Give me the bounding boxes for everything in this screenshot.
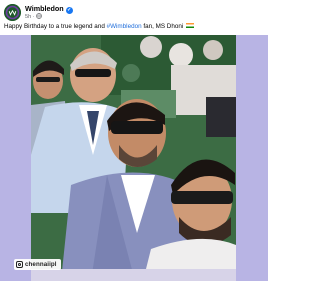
wimbledon-avatar[interactable] xyxy=(4,4,21,21)
instagram-icon xyxy=(16,261,23,268)
verified-badge-icon: ✓ xyxy=(65,7,73,14)
instagram-handle: chennaiipl xyxy=(25,261,57,268)
hashtag-link[interactable]: #Wimbledon xyxy=(107,23,142,30)
instagram-credit-badge: chennaiipl xyxy=(14,259,61,270)
post-meta: 5h · xyxy=(25,13,43,21)
globe-icon xyxy=(36,13,43,19)
india-flag-icon xyxy=(185,23,194,29)
post-caption: Happy Birthday to a true legend and #Wim… xyxy=(4,23,266,31)
crowd-selfie-photo xyxy=(31,35,236,281)
separator-dot: · xyxy=(32,14,35,21)
post-photo[interactable] xyxy=(31,35,236,281)
post-header: Wimbledon ✓ 5h · xyxy=(0,0,268,24)
post-timestamp[interactable]: 5h xyxy=(25,14,31,20)
wimbledon-logo-icon xyxy=(4,4,21,21)
facebook-post: Wimbledon ✓ 5h · Happy Birthday to a true… xyxy=(0,0,268,281)
post-photo-frame[interactable]: chennaiipl xyxy=(0,35,268,281)
caption-text-end: fan, MS Dhoni xyxy=(141,23,184,31)
author-name[interactable]: Wimbledon xyxy=(25,4,64,13)
caption-text-start: Happy Birthday to a true legend and xyxy=(4,23,107,31)
